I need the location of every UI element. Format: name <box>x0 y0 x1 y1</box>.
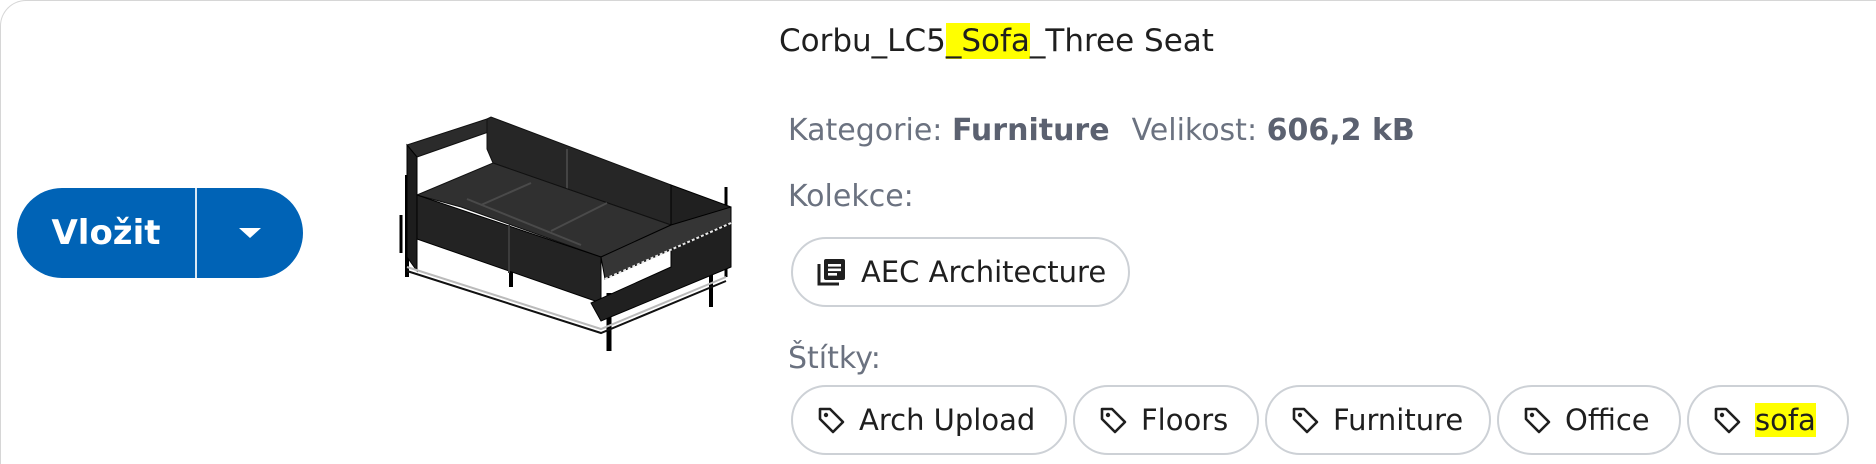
collections-label: Kolekce: <box>788 179 914 214</box>
tag-chip-sofa[interactable]: sofa <box>1687 385 1849 455</box>
tag-label: Office <box>1565 403 1650 437</box>
tag-icon <box>1100 407 1127 434</box>
insert-options-dropdown[interactable] <box>197 188 303 278</box>
tag-chip-furniture[interactable]: Furniture <box>1265 385 1491 455</box>
tag-label: Floors <box>1141 403 1229 437</box>
category-label: Kategorie: <box>788 113 943 148</box>
title-part-3: _Three Seat <box>1029 23 1214 59</box>
tag-chip-office[interactable]: Office <box>1497 385 1681 455</box>
asset-title: Corbu_LC5_Sofa_Three Seat <box>779 23 1214 59</box>
collection-chip-label: AEC Architecture <box>861 255 1107 289</box>
tag-label: Arch Upload <box>859 403 1036 437</box>
asset-card: Vložit Corbu_LC5_Sofa_Three Seat Kategor… <box>0 0 1876 464</box>
tag-chip-floors[interactable]: Floors <box>1073 385 1259 455</box>
asset-meta: Kategorie: Furniture Velikost: 606,2 kB <box>788 113 1415 148</box>
collection-chip-aec-architecture[interactable]: AEC Architecture <box>791 237 1131 307</box>
library-icon <box>817 259 845 286</box>
size-label: Velikost: <box>1131 113 1258 148</box>
tag-icon <box>1292 407 1319 434</box>
size-value: 606,2 kB <box>1266 113 1415 148</box>
split-divider <box>195 188 197 278</box>
chevron-down-icon <box>239 228 261 238</box>
tag-chip-arch-upload[interactable]: Arch Upload <box>791 385 1067 455</box>
insert-button-label: Vložit <box>51 213 161 253</box>
title-part-1: Corbu_LC5 <box>779 23 946 59</box>
tags-label: Štítky: <box>788 341 881 376</box>
tag-label: Furniture <box>1333 403 1464 437</box>
tag-icon <box>1524 407 1551 434</box>
tag-icon <box>818 407 845 434</box>
title-highlight: _Sofa <box>945 23 1030 59</box>
insert-button[interactable]: Vložit <box>17 188 195 278</box>
tag-icon <box>1714 407 1741 434</box>
category-value: Furniture <box>951 113 1110 148</box>
sofa-thumbnail <box>399 116 732 351</box>
tag-label: sofa <box>1755 403 1816 437</box>
insert-split-button: Vložit <box>17 188 303 278</box>
